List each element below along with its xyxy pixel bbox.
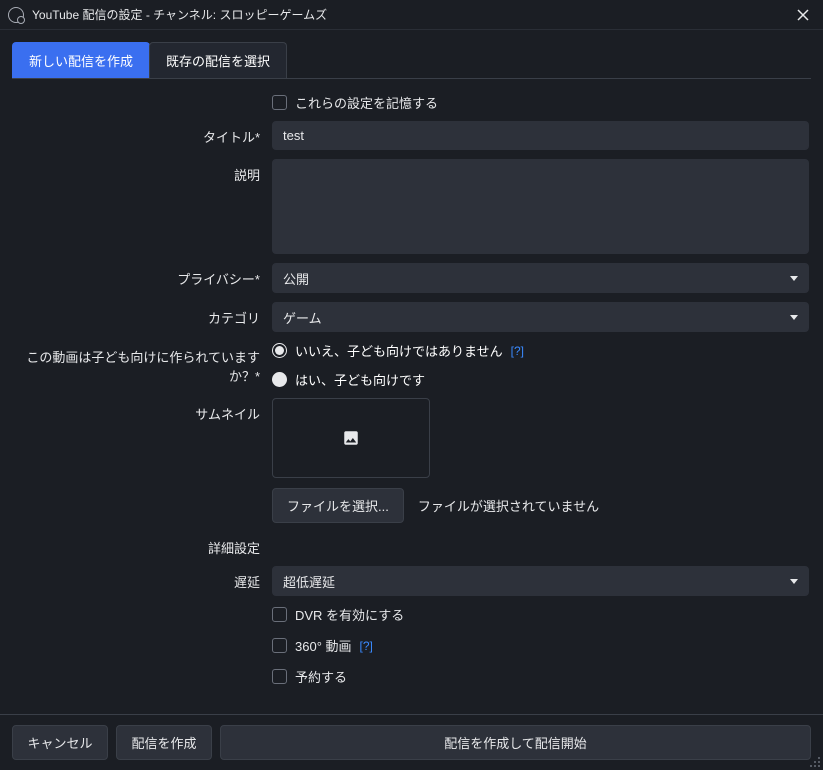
kids-no-label: いいえ、子ども向けではありません xyxy=(295,341,503,360)
remember-checkbox-row[interactable]: これらの設定を記憶する xyxy=(272,93,438,112)
cancel-button[interactable]: キャンセル xyxy=(12,725,108,760)
close-icon xyxy=(797,9,809,21)
advanced-section-title: 詳細設定 xyxy=(14,532,272,557)
chevron-down-icon xyxy=(790,579,798,584)
dvr-checkbox[interactable] xyxy=(272,607,287,622)
title-input[interactable] xyxy=(272,121,809,150)
title-label: タイトル* xyxy=(14,121,272,146)
latency-value: 超低遅延 xyxy=(283,572,335,591)
category-label: カテゴリ xyxy=(14,302,272,327)
schedule-checkbox[interactable] xyxy=(272,669,287,684)
kids-no-radio-row[interactable]: いいえ、子ども向けではありません [?] xyxy=(272,341,524,360)
close-button[interactable] xyxy=(791,3,815,27)
v360-checkbox[interactable] xyxy=(272,638,287,653)
privacy-value: 公開 xyxy=(283,269,309,288)
tabs: 新しい配信を作成 既存の配信を選択 xyxy=(0,30,823,78)
latency-select[interactable]: 超低遅延 xyxy=(272,566,809,596)
remember-label: これらの設定を記憶する xyxy=(295,93,438,112)
kids-label: この動画は子ども向けに作られていますか？* xyxy=(14,341,272,385)
dvr-label: DVR を有効にする xyxy=(295,605,404,624)
window-title: YouTube 配信の設定 - チャンネル: スロッピーゲームズ xyxy=(32,6,791,23)
chevron-down-icon xyxy=(790,276,798,281)
tab-existing-stream[interactable]: 既存の配信を選択 xyxy=(149,42,287,78)
form-content: これらの設定を記憶する タイトル* 説明 プライバシー* 公開 カテゴリ ゲーム xyxy=(0,79,823,686)
file-select-button[interactable]: ファイルを選択... xyxy=(272,488,404,523)
file-none-text: ファイルが選択されていません xyxy=(418,496,599,515)
kids-help-link[interactable]: [?] xyxy=(511,344,524,358)
tab-new-stream[interactable]: 新しい配信を作成 xyxy=(12,42,150,78)
v360-checkbox-row[interactable]: 360° 動画 [?] xyxy=(272,636,373,655)
thumbnail-preview xyxy=(272,398,430,478)
create-and-start-button[interactable]: 配信を作成して配信開始 xyxy=(220,725,811,760)
chevron-down-icon xyxy=(790,315,798,320)
privacy-select[interactable]: 公開 xyxy=(272,263,809,293)
category-select[interactable]: ゲーム xyxy=(272,302,809,332)
kids-yes-radio[interactable] xyxy=(272,372,287,387)
footer: キャンセル 配信を作成 配信を作成して配信開始 xyxy=(0,714,823,770)
create-button[interactable]: 配信を作成 xyxy=(116,725,212,760)
kids-yes-radio-row[interactable]: はい、子ども向けです xyxy=(272,370,425,389)
image-icon xyxy=(342,429,360,447)
titlebar: YouTube 配信の設定 - チャンネル: スロッピーゲームズ xyxy=(0,0,823,30)
dvr-checkbox-row[interactable]: DVR を有効にする xyxy=(272,605,404,624)
obs-icon xyxy=(8,7,24,23)
v360-help-link[interactable]: [?] xyxy=(360,639,373,653)
thumbnail-label: サムネイル xyxy=(14,398,272,423)
latency-label: 遅延 xyxy=(14,566,272,591)
description-label: 説明 xyxy=(14,159,272,184)
v360-label: 360° 動画 xyxy=(295,636,352,655)
kids-no-radio[interactable] xyxy=(272,343,287,358)
privacy-label: プライバシー* xyxy=(14,263,272,288)
remember-checkbox[interactable] xyxy=(272,95,287,110)
schedule-label: 予約する xyxy=(295,667,347,686)
category-value: ゲーム xyxy=(283,308,322,327)
resize-grip-icon[interactable] xyxy=(809,756,821,768)
description-textarea[interactable] xyxy=(272,159,809,254)
schedule-checkbox-row[interactable]: 予約する xyxy=(272,667,347,686)
kids-yes-label: はい、子ども向けです xyxy=(295,370,425,389)
